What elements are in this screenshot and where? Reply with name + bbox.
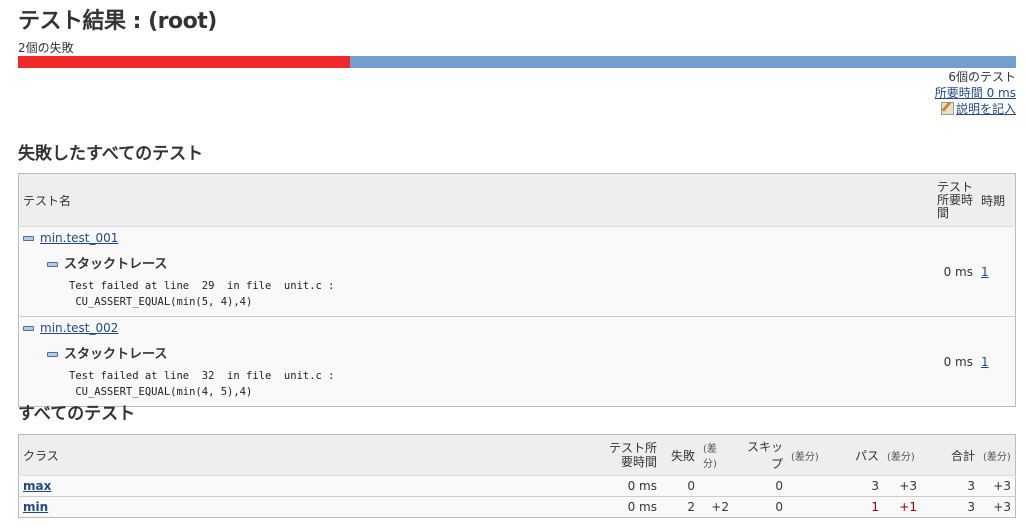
total-diff-cell: +3: [979, 496, 1016, 518]
header-total: 合計: [921, 434, 979, 476]
age-link[interactable]: 1: [981, 265, 989, 279]
duration-cell: 0 ms: [603, 475, 661, 497]
header-class: クラス: [18, 434, 603, 476]
page-title: テスト結果 : (root): [18, 9, 217, 34]
pass-cell: 1: [825, 496, 883, 518]
stack-trace: Test failed at line 32 in file unit.c : …: [69, 370, 335, 398]
duration-link[interactable]: 所要時間 0 ms: [935, 86, 1016, 100]
all-tests-table: クラス テスト所要時間 失敗 (差分) スキップ (差分) パス (差分) 合計…: [18, 434, 1016, 518]
collapse-icon[interactable]: [23, 236, 34, 241]
fail-cell: 0: [661, 475, 699, 497]
class-row: min 0 ms 2 +2 0 1 +1 3 +3: [18, 496, 1016, 518]
header-duration: テスト所要時間: [933, 173, 977, 227]
test-link[interactable]: min.test_002: [40, 321, 118, 335]
failure-summary: 2個の失敗: [18, 41, 74, 55]
test-result-bar: [18, 56, 1016, 68]
duration-cell: 0 ms: [603, 496, 661, 518]
fail-diff-cell: [699, 475, 733, 497]
skip-cell: 0: [733, 496, 787, 518]
stack-trace-label: スタックトレース: [64, 347, 168, 362]
age-link[interactable]: 1: [981, 355, 989, 369]
class-link[interactable]: max: [23, 479, 51, 493]
header-test-name: テスト名: [18, 173, 933, 227]
fail-diff-cell: +2: [699, 496, 733, 518]
header-total-diff: (差分): [979, 434, 1016, 476]
test-duration: 0 ms: [933, 316, 977, 407]
class-row: max 0 ms 0 0 3 +3 3 +3: [18, 475, 1016, 497]
all-tests-heading: すべてのテスト: [18, 404, 136, 424]
test-link[interactable]: min.test_001: [40, 231, 118, 245]
pass-cell: 3: [825, 475, 883, 497]
skip-diff-cell: [787, 475, 825, 497]
header-skip: スキップ: [733, 434, 787, 476]
header-fail-diff: (差分): [699, 434, 733, 476]
total-diff-cell: +3: [979, 475, 1016, 497]
stack-trace: Test failed at line 29 in file unit.c : …: [69, 280, 335, 308]
header-age: 時期: [977, 173, 1016, 227]
notepad-pencil-icon: [940, 101, 954, 115]
header-pass: パス: [825, 434, 883, 476]
collapse-icon[interactable]: [23, 326, 34, 331]
total-cell: 3: [921, 475, 979, 497]
class-link[interactable]: min: [23, 500, 48, 514]
edit-description-link[interactable]: 説明を記入: [956, 102, 1016, 116]
header-duration: テスト所要時間: [603, 434, 661, 476]
test-count: 6個のテスト: [948, 70, 1016, 84]
total-cell: 3: [921, 496, 979, 518]
stack-trace-label: スタックトレース: [64, 257, 168, 272]
skip-diff-cell: [787, 496, 825, 518]
pass-diff-cell: +3: [883, 475, 921, 497]
fail-portion: [18, 56, 351, 68]
failed-test-row: min.test_001 スタックトレース Test failed at lin…: [18, 226, 1016, 317]
fail-cell: 2: [661, 496, 699, 518]
test-duration: 0 ms: [933, 226, 977, 317]
failed-tests-table: テスト名 テスト所要時間 時期 min.test_001 スタックトレース Te…: [18, 173, 1016, 407]
failed-tests-heading: 失敗したすべてのテスト: [18, 144, 204, 164]
header-skip-diff: (差分): [787, 434, 825, 476]
collapse-icon[interactable]: [47, 352, 58, 357]
header-fail: 失敗: [661, 434, 699, 476]
pass-diff-cell: +1: [883, 496, 921, 518]
header-pass-diff: (差分): [883, 434, 921, 476]
failed-test-row: min.test_002 スタックトレース Test failed at lin…: [18, 316, 1016, 407]
skip-cell: 0: [733, 475, 787, 497]
collapse-icon[interactable]: [47, 262, 58, 267]
